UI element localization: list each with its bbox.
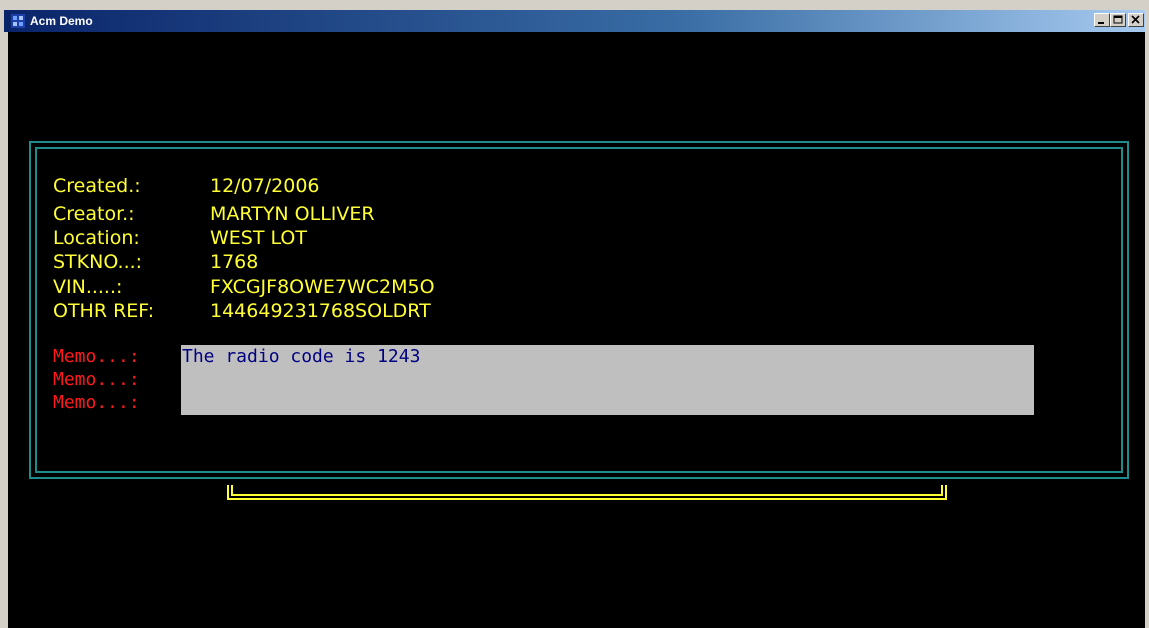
created-label: Created.: bbox=[53, 175, 141, 197]
app-icon[interactable] bbox=[10, 13, 26, 29]
title-bar[interactable]: Acm Demo bbox=[4, 10, 1145, 32]
location-value: WEST LOT bbox=[210, 227, 307, 249]
bottom-double-line-bracket bbox=[227, 485, 947, 500]
application-window: Acm Demo Created.: 12/07/2006 Creator.: … bbox=[0, 0, 1149, 628]
created-value: 12/07/2006 bbox=[210, 175, 320, 197]
window-title: Acm Demo bbox=[30, 14, 93, 28]
record-panel bbox=[29, 141, 1129, 479]
memo-3-label: Memo...: bbox=[53, 392, 140, 413]
vin-label: VIN.....: bbox=[53, 276, 123, 298]
creator-label: Creator.: bbox=[53, 203, 135, 225]
minimize-icon bbox=[1098, 22, 1104, 24]
creator-value: MARTYN OLLIVER bbox=[210, 203, 375, 225]
other-reference-value: 144649231768SOLDRT bbox=[210, 300, 431, 322]
close-button[interactable] bbox=[1128, 13, 1144, 27]
close-icon bbox=[1131, 15, 1140, 24]
stock-number-value: 1768 bbox=[210, 251, 259, 273]
other-reference-label: OTHR REF: bbox=[53, 300, 155, 322]
record-panel-inner-border bbox=[35, 147, 1123, 473]
location-label: Location: bbox=[53, 227, 140, 249]
memo-1-label: Memo...: bbox=[53, 346, 140, 367]
maximize-button[interactable] bbox=[1110, 13, 1126, 27]
stock-number-label: STKNO...: bbox=[53, 251, 143, 273]
memo-input-area[interactable]: The radio code is 1243 bbox=[181, 345, 1034, 415]
vin-value: FXCGJF8OWE7WC2M5O bbox=[210, 276, 435, 298]
memo-1-field[interactable]: The radio code is 1243 bbox=[182, 345, 420, 368]
console-area: Created.: 12/07/2006 Creator.: MARTYN OL… bbox=[8, 32, 1145, 628]
minimize-button[interactable] bbox=[1094, 13, 1110, 27]
maximize-icon bbox=[1113, 15, 1123, 24]
memo-2-label: Memo...: bbox=[53, 369, 140, 390]
